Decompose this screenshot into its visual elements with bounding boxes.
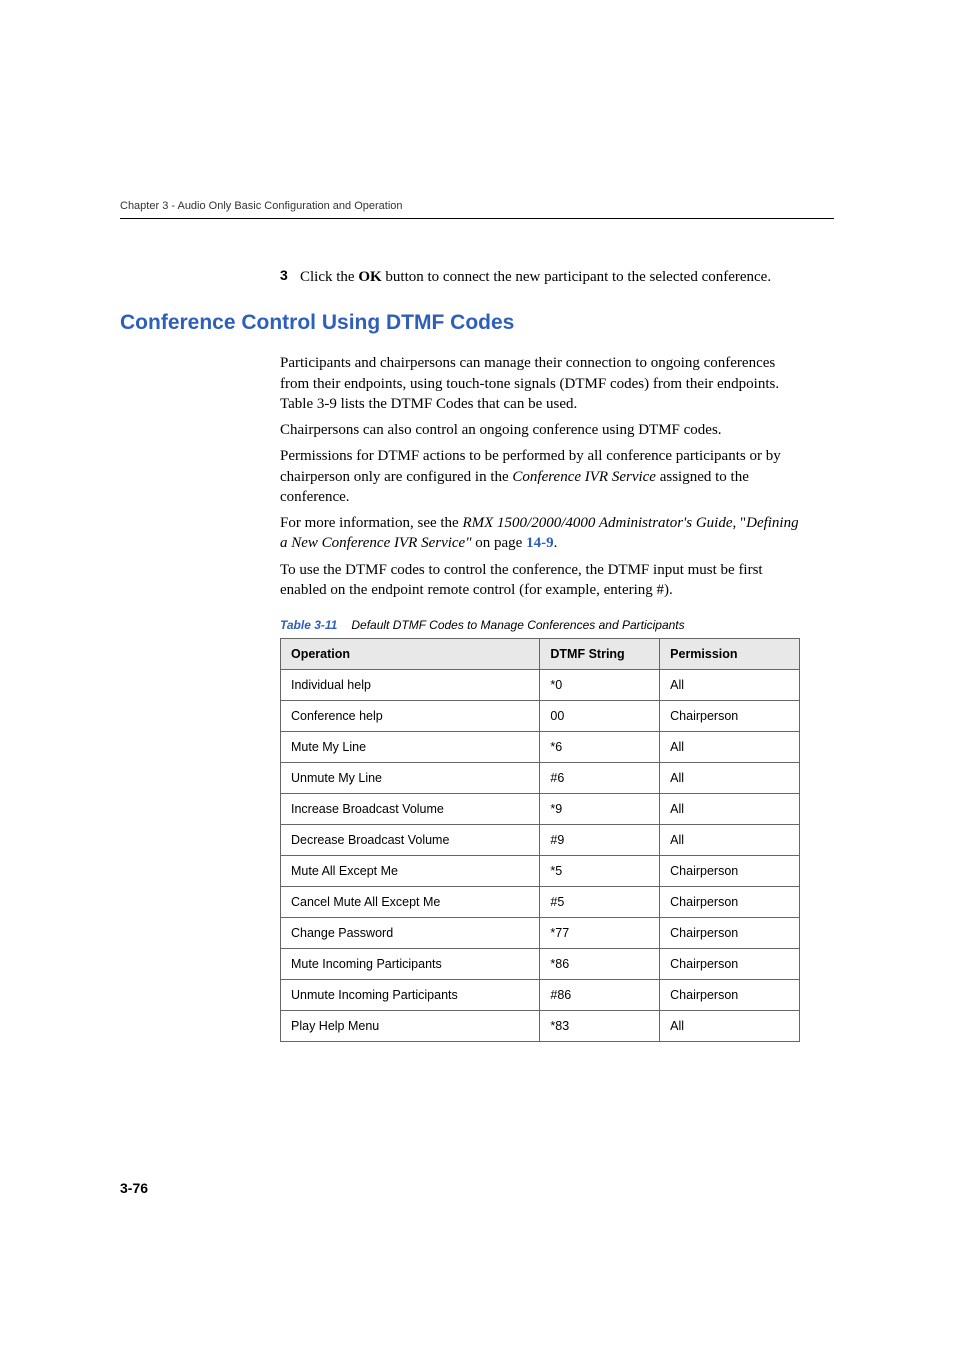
p4-onpage: on page xyxy=(472,535,527,551)
para-1: Participants and chairpersons can manage… xyxy=(280,353,800,414)
cell-op: Cancel Mute All Except Me xyxy=(281,887,540,918)
cell-op: Individual help xyxy=(281,670,540,701)
table-label: Table 3-11 xyxy=(280,618,337,632)
table-row: Change Password*77Chairperson xyxy=(281,918,800,949)
cell-op: Mute All Except Me xyxy=(281,856,540,887)
cell-perm: All xyxy=(660,1011,800,1042)
table-row: Mute All Except Me*5Chairperson xyxy=(281,856,800,887)
cell-code: *83 xyxy=(540,1011,660,1042)
cell-code: *6 xyxy=(540,732,660,763)
cell-perm: Chairperson xyxy=(660,918,800,949)
para-5: To use the DTMF codes to control the con… xyxy=(280,560,800,601)
table-row: Play Help Menu*83All xyxy=(281,1011,800,1042)
th-operation: Operation xyxy=(281,639,540,670)
step-text: Click the OK button to connect the new p… xyxy=(300,267,771,287)
table-row: Mute My Line*6All xyxy=(281,732,800,763)
cell-code: #86 xyxy=(540,980,660,1011)
body-block: Participants and chairpersons can manage… xyxy=(280,353,800,1042)
p4-mid: , " xyxy=(732,515,746,531)
para-4: For more information, see the RMX 1500/2… xyxy=(280,513,800,554)
cell-perm: All xyxy=(660,763,800,794)
table-row: Cancel Mute All Except Me#5Chairperson xyxy=(281,887,800,918)
cell-perm: All xyxy=(660,732,800,763)
table-row: Mute Incoming Participants*86Chairperson xyxy=(281,949,800,980)
cell-perm: All xyxy=(660,825,800,856)
table-caption-text: Default DTMF Codes to Manage Conferences… xyxy=(351,618,684,632)
cell-code: #6 xyxy=(540,763,660,794)
cell-perm: Chairperson xyxy=(660,701,800,732)
cell-perm: Chairperson xyxy=(660,856,800,887)
cell-op: Conference help xyxy=(281,701,540,732)
table-row: Unmute Incoming Participants#86Chairpers… xyxy=(281,980,800,1011)
step-pre: Click the xyxy=(300,269,358,285)
dtmf-table: Operation DTMF String Permission Individ… xyxy=(280,638,800,1042)
cell-perm: Chairperson xyxy=(660,980,800,1011)
cell-op: Unmute Incoming Participants xyxy=(281,980,540,1011)
header-rule xyxy=(120,218,834,219)
cell-op: Play Help Menu xyxy=(281,1011,540,1042)
cell-op: Decrease Broadcast Volume xyxy=(281,825,540,856)
chapter-header: Chapter 3 - Audio Only Basic Configurati… xyxy=(120,200,834,212)
cell-code: *5 xyxy=(540,856,660,887)
table-caption: Table 3-11 Default DTMF Codes to Manage C… xyxy=(280,618,800,632)
cell-perm: All xyxy=(660,794,800,825)
step-number: 3 xyxy=(280,267,300,287)
cell-perm: All xyxy=(660,670,800,701)
para-2: Chairpersons can also control an ongoing… xyxy=(280,420,800,440)
cell-code: *86 xyxy=(540,949,660,980)
section-heading: Conference Control Using DTMF Codes xyxy=(120,311,834,335)
cell-op: Increase Broadcast Volume xyxy=(281,794,540,825)
cell-code: *0 xyxy=(540,670,660,701)
page-ref-link[interactable]: 14-9 xyxy=(526,535,554,551)
page-number: 3-76 xyxy=(120,1180,148,1196)
step-row: 3 Click the OK button to connect the new… xyxy=(280,267,834,287)
th-dtmf-string: DTMF String xyxy=(540,639,660,670)
cell-perm: Chairperson xyxy=(660,949,800,980)
para-3: Permissions for DTMF actions to be perfo… xyxy=(280,446,800,507)
cell-code: #5 xyxy=(540,887,660,918)
table-header-row: Operation DTMF String Permission xyxy=(281,639,800,670)
cell-op: Mute Incoming Participants xyxy=(281,949,540,980)
p4-end: . xyxy=(554,535,558,551)
cell-code: 00 xyxy=(540,701,660,732)
p3-italic: Conference IVR Service xyxy=(512,469,656,485)
cell-perm: Chairperson xyxy=(660,887,800,918)
table-row: Individual help*0All xyxy=(281,670,800,701)
cell-code: #9 xyxy=(540,825,660,856)
th-permission: Permission xyxy=(660,639,800,670)
cell-op: Unmute My Line xyxy=(281,763,540,794)
step-post: button to connect the new participant to… xyxy=(382,269,771,285)
table-row: Conference help00Chairperson xyxy=(281,701,800,732)
p4-pre: For more information, see the xyxy=(280,515,462,531)
table-row: Decrease Broadcast Volume#9All xyxy=(281,825,800,856)
cell-code: *77 xyxy=(540,918,660,949)
table-row: Increase Broadcast Volume*9All xyxy=(281,794,800,825)
p4-italic1: RMX 1500/2000/4000 Administrator's Guide xyxy=(462,515,732,531)
table-row: Unmute My Line#6All xyxy=(281,763,800,794)
step-bold: OK xyxy=(358,269,381,285)
cell-op: Mute My Line xyxy=(281,732,540,763)
cell-op: Change Password xyxy=(281,918,540,949)
cell-code: *9 xyxy=(540,794,660,825)
